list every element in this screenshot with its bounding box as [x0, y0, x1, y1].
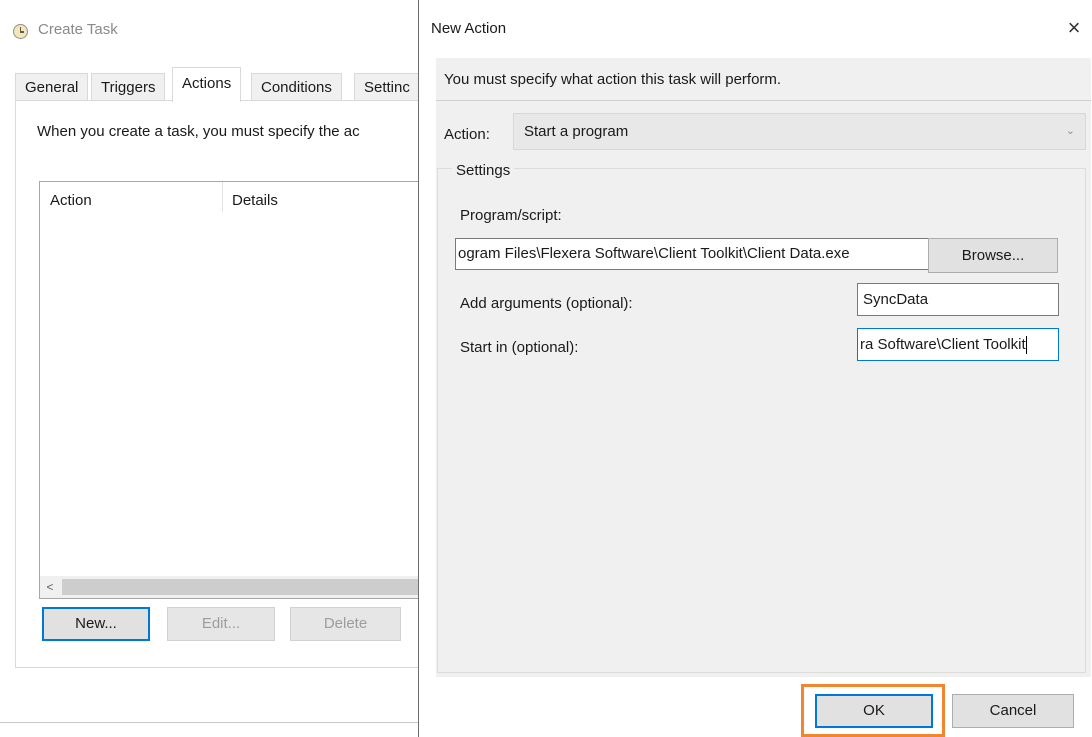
tab-actions[interactable]: Actions: [172, 67, 242, 102]
browse-button[interactable]: Browse...: [928, 238, 1058, 273]
scroll-thumb[interactable]: [62, 579, 421, 595]
tab-general[interactable]: General: [15, 73, 89, 101]
program-script-label: Program/script:: [460, 207, 562, 224]
create-task-titlebar: Create Task: [0, 0, 420, 58]
new-action-dialog: New Action × You must specify what actio…: [418, 0, 1092, 737]
start-in-value: ra Software\Client Toolkit: [860, 336, 1026, 353]
new-action-button[interactable]: New...: [42, 607, 150, 641]
screen: Create Task General Triggers Actions Con…: [0, 0, 1092, 737]
add-arguments-input[interactable]: SyncData: [857, 283, 1059, 316]
footer-divider: [0, 722, 420, 723]
add-arguments-value: SyncData: [863, 291, 929, 308]
heading-divider: [436, 100, 1091, 101]
delete-action-button[interactable]: Delete: [290, 607, 401, 641]
create-task-tabs: General Triggers Actions Conditions Sett…: [15, 67, 420, 102]
clock-icon: [13, 24, 28, 39]
start-in-input[interactable]: ra Software\Client Toolkit: [857, 328, 1059, 361]
chevron-down-icon[interactable]: ⌄: [1066, 114, 1075, 149]
start-in-label: Start in (optional):: [460, 339, 579, 356]
dialog-body: You must specify what action this task w…: [436, 58, 1091, 677]
settings-legend: Settings: [452, 162, 515, 179]
create-task-window: Create Task General Triggers Actions Con…: [0, 0, 421, 737]
tab-settings[interactable]: Settinc: [354, 73, 420, 101]
program-script-input[interactable]: ogram Files\Flexera Software\Client Tool…: [455, 238, 929, 270]
column-separator[interactable]: [222, 182, 223, 212]
tab-triggers[interactable]: Triggers: [91, 73, 166, 101]
actions-tab-panel: When you create a task, you must specify…: [15, 100, 421, 668]
dialog-title: New Action: [431, 20, 507, 37]
column-header-details[interactable]: Details: [232, 192, 278, 209]
close-icon[interactable]: ×: [1056, 10, 1092, 46]
tab-conditions[interactable]: Conditions: [251, 73, 342, 101]
action-select-value: Start a program: [524, 123, 629, 140]
horizontal-scrollbar[interactable]: <: [40, 576, 421, 598]
text-caret: [1025, 336, 1027, 355]
scroll-left-icon[interactable]: <: [40, 576, 60, 598]
dialog-heading: You must specify what action this task w…: [444, 71, 782, 88]
program-script-value: ogram Files\Flexera Software\Client Tool…: [458, 245, 850, 262]
ok-button[interactable]: OK: [815, 694, 933, 728]
action-select[interactable]: Start a program ⌄: [513, 113, 1086, 150]
add-arguments-label: Add arguments (optional):: [460, 295, 633, 312]
edit-action-button[interactable]: Edit...: [167, 607, 275, 641]
action-label: Action:: [444, 126, 490, 143]
actions-intro-text: When you create a task, you must specify…: [37, 123, 360, 140]
cancel-button[interactable]: Cancel: [952, 694, 1074, 728]
create-task-title: Create Task: [38, 21, 118, 38]
action-list[interactable]: Action Details <: [39, 181, 421, 599]
column-header-action[interactable]: Action: [50, 192, 92, 209]
